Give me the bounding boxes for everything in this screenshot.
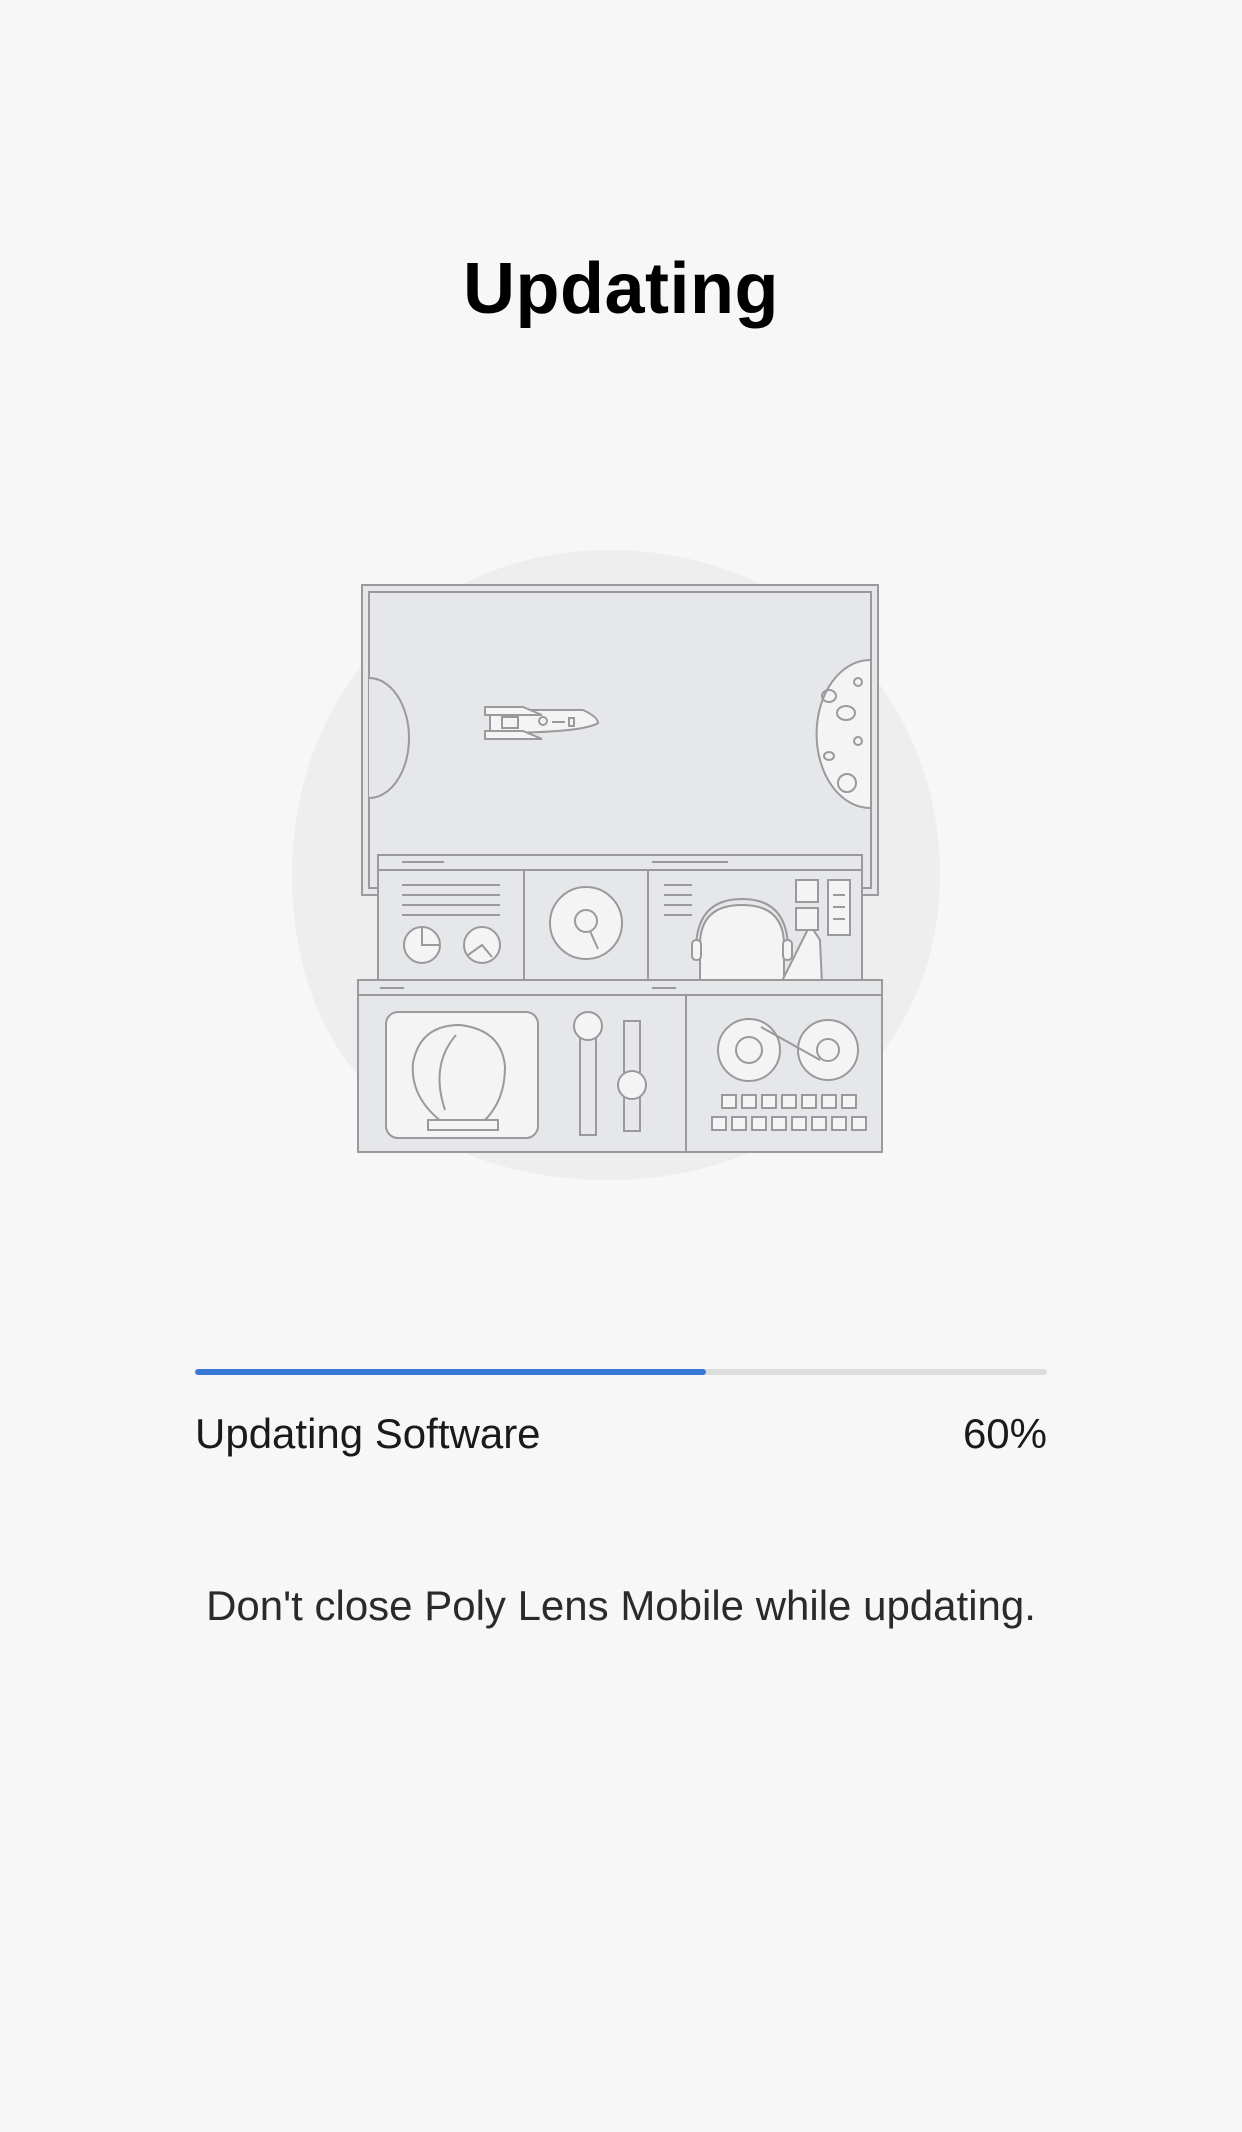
update-warning-message: Don't close Poly Lens Mobile while updat… [206, 1582, 1036, 1629]
mission-control-space-icon [280, 545, 950, 1185]
page-title: Updating [463, 249, 779, 329]
progress-percent: 60% [962, 1410, 1047, 1457]
progress-bar-fill [195, 1369, 707, 1375]
progress-bar [195, 1369, 1047, 1375]
progress-label: Updating Software [195, 1410, 541, 1457]
